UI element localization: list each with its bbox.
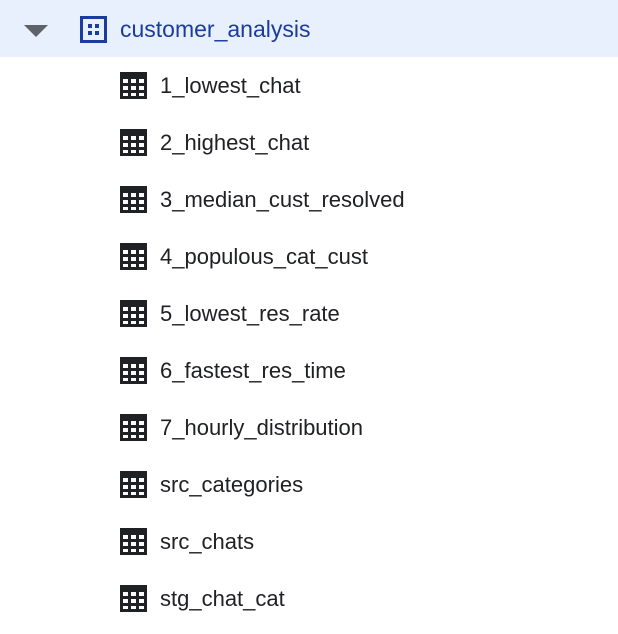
table-icon — [120, 471, 147, 498]
table-name[interactable]: 5_lowest_res_rate — [160, 299, 340, 329]
table-icon — [120, 300, 147, 327]
table-name[interactable]: 7_hourly_distribution — [160, 413, 363, 443]
table-icon — [120, 528, 147, 555]
table-name[interactable]: 1_lowest_chat — [160, 71, 301, 101]
table-icon — [120, 129, 147, 156]
table-row[interactable]: 7_hourly_distribution — [0, 399, 618, 456]
table-row[interactable]: 4_populous_cat_cust — [0, 228, 618, 285]
table-row[interactable]: 6_fastest_res_time — [0, 342, 618, 399]
table-row[interactable]: stg_chat_cat — [0, 570, 618, 627]
table-name[interactable]: 6_fastest_res_time — [160, 356, 346, 386]
table-icon — [120, 357, 147, 384]
dataset-row-customer-analysis[interactable]: customer_analysis — [0, 0, 618, 57]
explorer-tree: customer_analysis 1_lowest_chat 2_highest… — [0, 0, 618, 634]
dataset-name[interactable]: customer_analysis — [120, 14, 310, 44]
table-icon — [120, 414, 147, 441]
table-icon — [120, 186, 147, 213]
table-name[interactable]: src_categories — [160, 470, 303, 500]
table-row[interactable]: src_categories — [0, 456, 618, 513]
table-row[interactable]: src_chats — [0, 513, 618, 570]
table-icon — [120, 72, 147, 99]
table-row[interactable]: 5_lowest_res_rate — [0, 285, 618, 342]
table-row[interactable]: 3_median_cust_resolved — [0, 171, 618, 228]
table-name[interactable]: src_chats — [160, 527, 254, 557]
table-name[interactable]: 2_highest_chat — [160, 128, 309, 158]
table-icon — [120, 585, 147, 612]
dataset-grid-icon — [80, 16, 107, 43]
table-name[interactable]: 3_median_cust_resolved — [160, 185, 405, 215]
table-icon — [120, 243, 147, 270]
table-name[interactable]: stg_chat_cat — [160, 584, 285, 614]
table-row[interactable]: 2_highest_chat — [0, 114, 618, 171]
caret-down-icon[interactable] — [24, 25, 48, 37]
table-name[interactable]: 4_populous_cat_cust — [160, 242, 368, 272]
table-row[interactable]: 1_lowest_chat — [0, 57, 618, 114]
